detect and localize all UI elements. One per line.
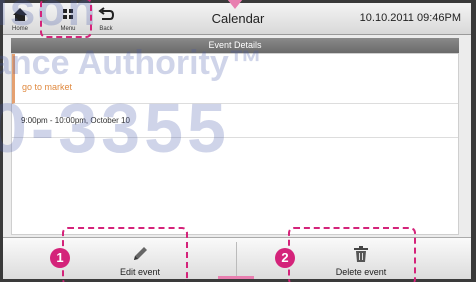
callout-delete-highlight	[288, 227, 416, 282]
callout-badge-1: 1	[50, 248, 70, 268]
callout-menu-highlight	[40, 0, 92, 38]
event-name: go to market	[22, 82, 73, 92]
callout-edit-highlight	[62, 227, 188, 282]
back-arrow-icon	[98, 7, 115, 20]
pointer-triangle	[227, 0, 243, 9]
home-icon	[13, 8, 27, 21]
home-label: Home	[11, 26, 28, 32]
back-label: Back	[99, 26, 113, 32]
status-datetime: 10.10.2011 09:46PM	[359, 12, 461, 24]
home-button[interactable]: Home	[7, 5, 33, 33]
footer-divider	[236, 242, 237, 276]
event-details-panel: go to market 9:00pm - 10:00pm, October 1…	[11, 53, 459, 235]
home-indicator	[218, 276, 254, 279]
callout-badge-2: 2	[275, 248, 295, 268]
event-name-row[interactable]: go to market	[12, 54, 458, 104]
back-button[interactable]: Back	[93, 5, 119, 33]
section-title: Event Details	[11, 38, 459, 53]
event-time: 9:00pm - 10:00pm, October 10	[21, 116, 130, 125]
event-time-row[interactable]: 9:00pm - 10:00pm, October 10	[12, 104, 458, 138]
page-title: Calendar	[211, 11, 265, 26]
